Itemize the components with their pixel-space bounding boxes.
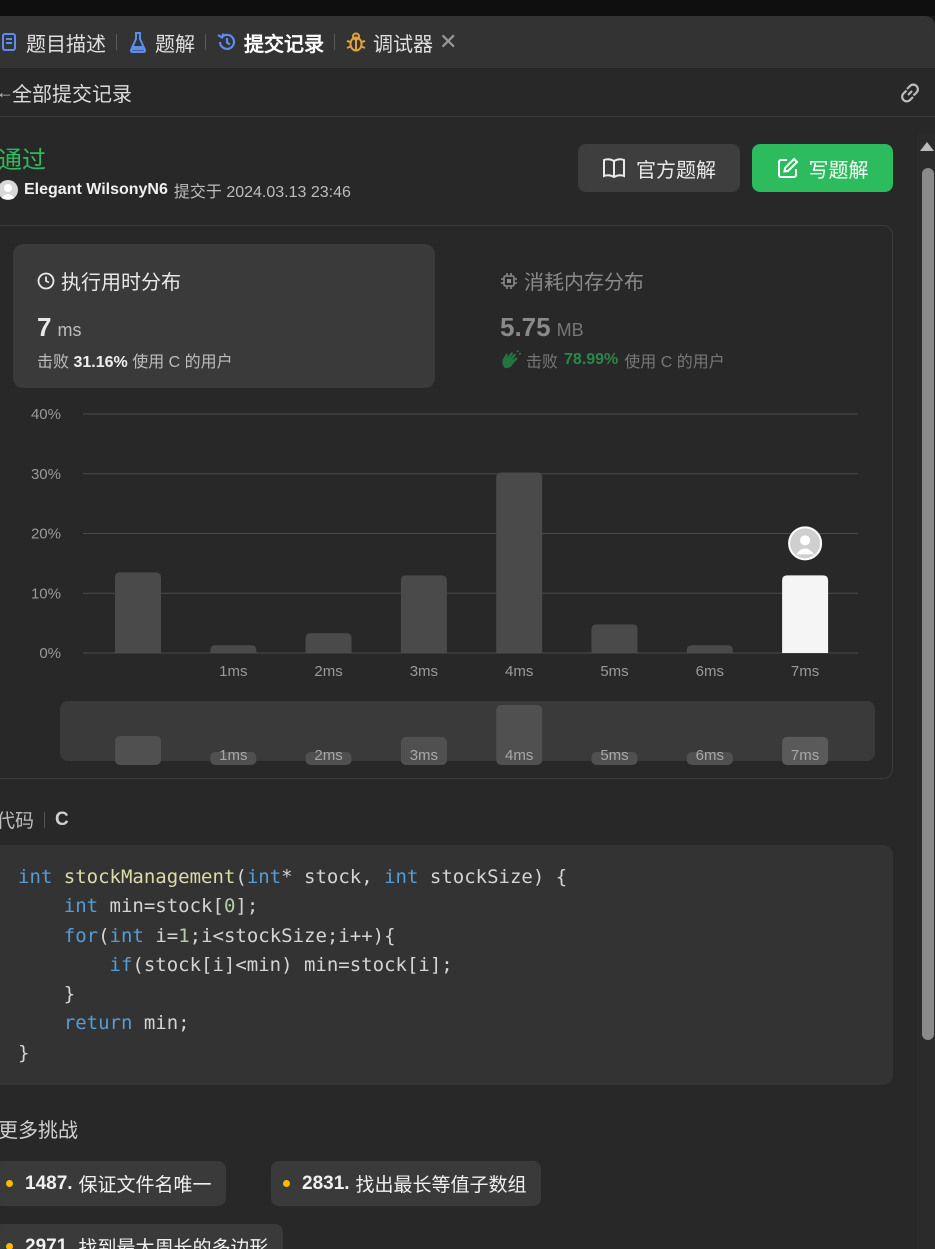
chart-range-navigator[interactable]: [60, 701, 875, 761]
y-tick-label: 0%: [39, 645, 61, 662]
x-tick-label: 6ms: [696, 663, 724, 680]
tab-divider: [205, 34, 206, 50]
difficulty-dot: [6, 1243, 13, 1249]
runtime-bar[interactable]: [210, 645, 257, 653]
tab-label: 题解: [155, 33, 195, 56]
y-tick-label: 10%: [31, 585, 61, 602]
x-tick-label: 5ms: [600, 663, 628, 680]
tab-divider: [334, 34, 335, 50]
code-line: for(int i=1;i<stockSize;i++){: [63, 924, 396, 947]
runtime-bar-mine[interactable]: [782, 575, 829, 653]
x-tick-label: 1ms: [219, 663, 247, 680]
runtime-bar[interactable]: [686, 645, 733, 653]
window-top-strip: [0, 0, 935, 16]
x-tick-label: 4ms: [505, 663, 533, 680]
document-icon: [0, 31, 20, 53]
edit-icon: [777, 157, 798, 178]
submission-panel: 题目描述 题解 提交记录 调试器 ✕ ← 全部提交记录 通过 Elegant W…: [0, 16, 935, 1249]
navigator-label: 5ms: [600, 747, 628, 764]
navigator-label: 4ms: [505, 747, 533, 764]
my-submission-marker: [788, 526, 823, 561]
more-challenges-title: 更多挑战: [0, 1120, 78, 1142]
difficulty-dot: [283, 1180, 290, 1187]
navigator-label: 7ms: [791, 747, 819, 764]
author-name[interactable]: Elegant WilsonyN6: [24, 181, 168, 199]
navigator-label: 1ms: [219, 747, 247, 764]
code-line: }: [18, 1041, 30, 1064]
navigator-bar: [115, 735, 161, 765]
challenge-chip[interactable]: 1487. 保证文件名唯一: [0, 1161, 226, 1206]
runtime-distribution-chart[interactable]: 0% 10% 20% 30% 40% 1ms 2ms 3ms 4ms 5ms 6ms 7ms 1ms…: [0, 226, 894, 780]
y-tick-label: 30%: [31, 466, 61, 483]
submission-author-row: Elegant WilsonyN6 提交于 2024.03.13 23:46: [0, 178, 351, 202]
runtime-bar[interactable]: [305, 633, 352, 653]
flask-icon: [127, 31, 149, 53]
submissions-header: ← 全部提交记录: [0, 68, 935, 117]
performance-card: 执行用时分布 7 ms 击败 31.16% 使用 C 的用户 消耗内存分布 5.7…: [0, 225, 893, 779]
book-icon: [603, 158, 625, 179]
y-tick-label: 40%: [31, 406, 61, 423]
code-header: 代码 C: [0, 806, 69, 833]
tab-solutions[interactable]: 题解: [121, 16, 201, 68]
code-line: int stockManagement(int* stock, int stoc…: [18, 866, 568, 888]
x-tick-label: 2ms: [314, 663, 342, 680]
runtime-bar[interactable]: [400, 575, 447, 653]
submission-status: 通过: [0, 147, 46, 174]
challenge-number: 1487.: [25, 1172, 73, 1194]
x-tick-label: 3ms: [410, 663, 438, 680]
tab-label: 提交记录: [244, 33, 324, 56]
vertical-scrollbar[interactable]: [917, 134, 935, 1249]
runtime-bar[interactable]: [591, 624, 638, 653]
all-submissions-link[interactable]: 全部提交记录: [12, 78, 132, 107]
runtime-bar[interactable]: [496, 472, 543, 653]
tab-description[interactable]: 题目描述: [0, 16, 112, 68]
history-icon: [216, 31, 238, 53]
bug-icon: [345, 31, 367, 53]
challenge-number: 2831.: [302, 1172, 350, 1194]
challenge-chip[interactable]: 2831. 找出最长等值子数组: [271, 1161, 541, 1206]
difficulty-dot: [6, 1180, 13, 1187]
challenge-number: 2971.: [25, 1235, 73, 1249]
x-tick-label: 7ms: [791, 663, 819, 680]
code-line: }: [18, 983, 76, 1006]
write-solution-label: 写题解: [808, 159, 869, 182]
tab-label: 题目描述: [26, 33, 106, 56]
code-label: 代码: [0, 811, 35, 832]
challenge-title: 找出最长等值子数组: [355, 1175, 527, 1196]
navigator-label: 2ms: [314, 747, 342, 764]
official-solution-label: 官方题解: [636, 159, 716, 182]
close-icon[interactable]: ✕: [439, 29, 457, 55]
challenge-title: 保证文件名唯一: [78, 1175, 212, 1196]
code-block[interactable]: int stockManagement(int* stock, int stoc…: [0, 845, 893, 1085]
back-arrow-icon[interactable]: ←: [0, 82, 14, 103]
scroll-up-icon[interactable]: [920, 142, 934, 151]
challenge-chip[interactable]: 2971. 找到最大周长的多边形: [0, 1224, 283, 1249]
code-line: return min;: [63, 1012, 190, 1035]
tab-divider: [116, 34, 117, 50]
submission-time: 提交于 2024.03.13 23:46: [173, 184, 351, 201]
avatar[interactable]: [0, 180, 18, 200]
navigator-label: 6ms: [696, 747, 724, 764]
scrollbar-thumb[interactable]: [922, 168, 934, 1040]
code-language: C: [55, 808, 69, 830]
tab-debugger[interactable]: 调试器 ✕: [339, 16, 463, 68]
navigator-label: 3ms: [410, 747, 438, 764]
official-solution-button[interactable]: 官方题解: [578, 144, 740, 192]
tab-submissions[interactable]: 提交记录: [210, 16, 330, 68]
y-tick-label: 20%: [31, 526, 61, 543]
runtime-bar[interactable]: [115, 572, 161, 653]
challenge-title: 找到最大周长的多边形: [78, 1238, 269, 1249]
code-line: if(stock[i]<min) min=stock[i];: [109, 953, 453, 976]
code-line: int min=stock[0];: [63, 895, 259, 918]
tab-label: 调试器: [373, 33, 433, 56]
link-icon[interactable]: [897, 80, 923, 106]
code-divider: [44, 811, 46, 828]
write-solution-button[interactable]: 写题解: [752, 144, 893, 192]
tab-bar: 题目描述 题解 提交记录 调试器 ✕: [0, 16, 935, 68]
